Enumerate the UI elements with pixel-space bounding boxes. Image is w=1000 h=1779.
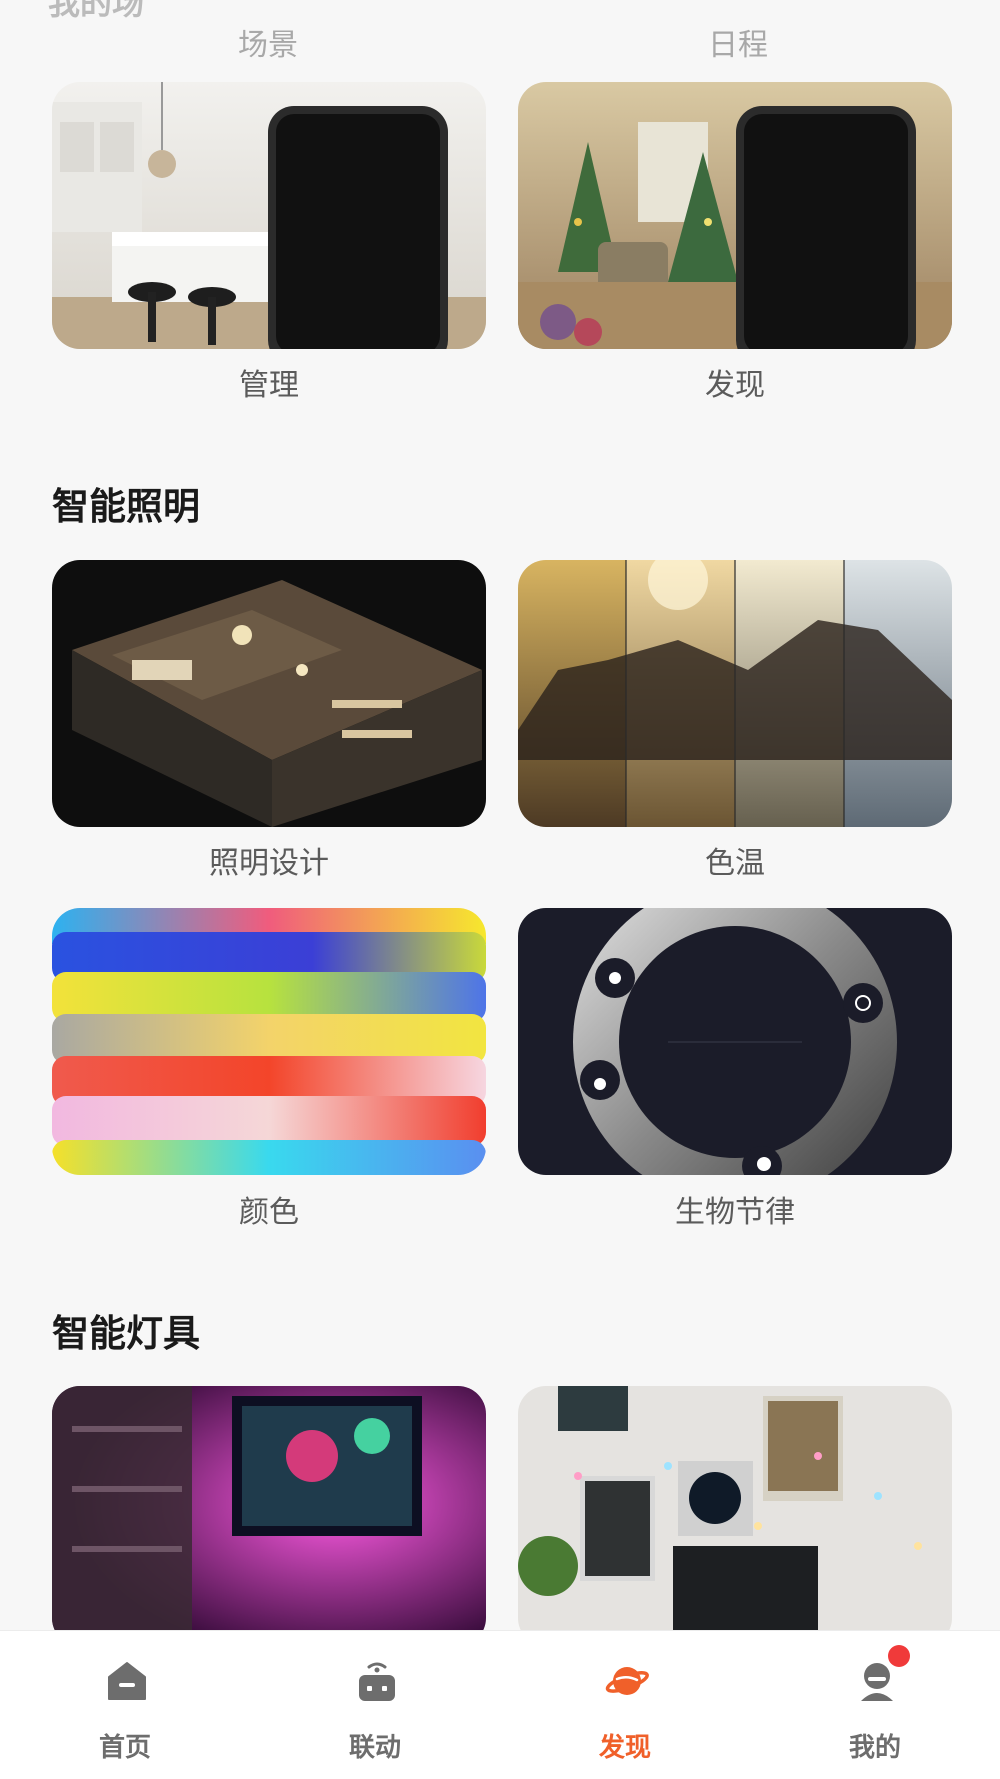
bottom-tab-bar: 首页 联动 发现 我的: [0, 1630, 1000, 1779]
color-temperature-card[interactable]: [518, 560, 952, 827]
circadian-rhythm-caption: 生物节律: [675, 1195, 795, 1230]
tab-home[interactable]: 首页: [0, 1631, 250, 1779]
tab-home-label: 首页: [98, 1733, 151, 1763]
circadian-rhythm-card[interactable]: [518, 908, 952, 1175]
lighting-design-card[interactable]: [52, 560, 486, 827]
tab-profile[interactable]: 我的: [750, 1631, 1000, 1779]
profile-icon: [861, 1663, 893, 1701]
lighting-design-caption: 照明设计: [209, 846, 329, 881]
string-lights-image: [518, 1386, 952, 1630]
color-caption: 颜色: [239, 1195, 299, 1230]
home-icon: [108, 1662, 146, 1700]
christmas-room-phone-image: [518, 82, 952, 349]
partial-caption-schedule: 日程: [708, 28, 768, 63]
partial-top-section: 我的场 场景 日程: [0, 0, 1000, 63]
partial-caption-scene: 场景: [238, 28, 298, 63]
color-temperature-image: [518, 560, 952, 827]
tab-automation[interactable]: 联动: [250, 1631, 500, 1779]
kitchen-phone-image: [52, 82, 486, 349]
tv-backlight-image: [52, 1386, 486, 1630]
string-lights-card[interactable]: [518, 1386, 952, 1630]
tab-discover[interactable]: 发现: [500, 1631, 750, 1779]
tab-profile-label: 我的: [848, 1733, 901, 1763]
automation-robot-icon: [359, 1662, 395, 1701]
discover-caption: 发现: [705, 368, 765, 403]
notification-badge: [888, 1645, 910, 1667]
tab-automation-label: 联动: [348, 1733, 401, 1763]
manage-card[interactable]: [52, 82, 486, 349]
smart-lighting-section-title: 智能照明: [52, 485, 200, 528]
tv-backlight-card[interactable]: [52, 1386, 486, 1630]
discover-card[interactable]: [518, 82, 952, 349]
smart-fixtures-section-title: 智能灯具: [52, 1312, 200, 1355]
manage-caption: 管理: [239, 368, 299, 403]
circadian-dial-image: [518, 908, 952, 1175]
color-temperature-caption: 色温: [705, 846, 765, 881]
color-card[interactable]: [52, 908, 486, 1175]
planet-icon: [605, 1667, 649, 1695]
color-gradient-image: [52, 908, 486, 1175]
tab-discover-label: 发现: [598, 1733, 651, 1763]
discover-scroll-area[interactable]: 我的场 场景 日程 管理 发现 智能照明 照明设计 色温 颜色 生物节律 智能灯…: [0, 0, 1000, 1630]
lighting-design-image: [52, 560, 486, 827]
